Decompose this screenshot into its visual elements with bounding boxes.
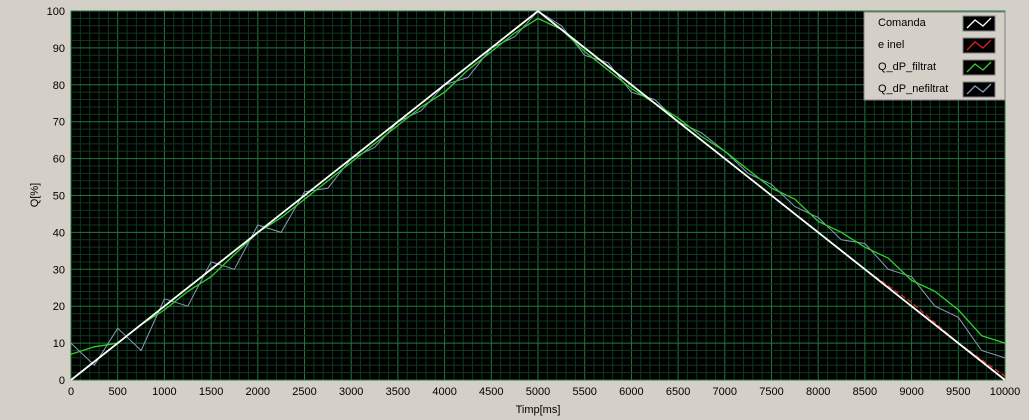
- y-tick-label: 100: [47, 6, 65, 18]
- x-tick-labels: 0 500 1000 1500 2000 2500 3000 3500 4000 4500 5000…: [68, 386, 1020, 398]
- legend-entry-label: e inel: [878, 39, 904, 51]
- x-tick-label: 9500: [946, 386, 970, 398]
- x-tick-label: 2500: [292, 386, 316, 398]
- legend-entry-label: Q_dP_nefiltrat: [878, 83, 948, 95]
- legend-entry-label: Comanda: [878, 17, 927, 29]
- x-tick-label: 6000: [619, 386, 643, 398]
- y-tick-label: 10: [53, 338, 65, 350]
- y-tick-labels: 0 10 20 30 40 50 60 70 80 90 100: [47, 6, 65, 387]
- x-tick-label: 8000: [806, 386, 830, 398]
- legend: Comanda e inel Q_dP_filtrat Q_dP_nefiltrat: [863, 11, 1006, 101]
- x-tick-label: 5000: [526, 386, 550, 398]
- x-tick-label: 7500: [759, 386, 783, 398]
- legend-entry-label: Q_dP_filtrat: [878, 61, 936, 73]
- x-tick-label: 1500: [199, 386, 223, 398]
- y-axis-label: Q[%]: [29, 183, 41, 207]
- x-tick-label: 0: [68, 386, 74, 398]
- y-tick-label: 40: [53, 227, 65, 239]
- x-tick-label: 5500: [572, 386, 596, 398]
- y-tick-label: 30: [53, 264, 65, 276]
- y-tick-label: 90: [53, 43, 65, 55]
- y-tick-label: 50: [53, 191, 65, 203]
- y-tick-label: 0: [59, 375, 65, 387]
- x-tick-label: 1000: [152, 386, 176, 398]
- x-tick-label: 3500: [386, 386, 410, 398]
- x-tick-label: 500: [109, 386, 127, 398]
- y-tick-label: 60: [53, 154, 65, 166]
- x-tick-label: 7000: [713, 386, 737, 398]
- x-tick-label: 4500: [479, 386, 503, 398]
- x-tick-label: 2000: [246, 386, 270, 398]
- x-tick-label: 4000: [432, 386, 456, 398]
- y-tick-label: 70: [53, 117, 65, 129]
- x-tick-label: 10000: [990, 386, 1021, 398]
- chart: 0 500 1000 1500 2000 2500 3000 3500 4000 4500 5000…: [29, 6, 1020, 416]
- y-tick-label: 20: [53, 301, 65, 313]
- x-tick-label: 3000: [339, 386, 363, 398]
- x-tick-label: 6500: [666, 386, 690, 398]
- x-tick-label: 8500: [853, 386, 877, 398]
- y-tick-label: 80: [53, 80, 65, 92]
- x-tick-label: 9000: [899, 386, 923, 398]
- x-axis-label: Timp[ms]: [516, 404, 561, 416]
